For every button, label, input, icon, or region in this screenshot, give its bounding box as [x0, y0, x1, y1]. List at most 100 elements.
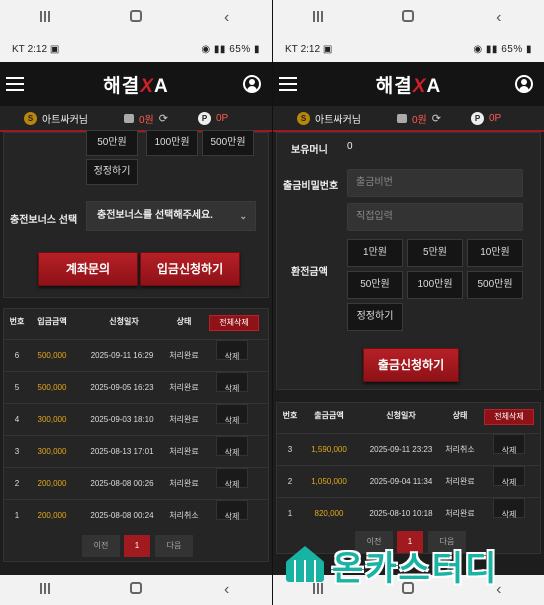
page-1-button[interactable]: 1	[124, 535, 150, 557]
battery-level: 65%	[501, 43, 523, 55]
col-number: 번호	[282, 411, 298, 420]
delete-button[interactable]: 삭제	[493, 466, 525, 487]
delete-button[interactable]: 삭제	[493, 498, 525, 519]
delete-button[interactable]: 삭제	[216, 436, 248, 457]
table-row: 5 500,000 2025-09-05 16:23 처리완료 삭제	[4, 371, 268, 403]
back-icon[interactable]: ‹	[207, 9, 247, 27]
delete-all-button[interactable]: 전체삭제	[209, 315, 259, 331]
col-number: 번호	[9, 317, 25, 326]
signal-icon: ◉ ▮▮	[201, 43, 230, 55]
status-bar: KT 2:12 ▣ ◉ ▮▮ 65% ▮	[0, 36, 272, 62]
android-nav-bar-top: ‹	[273, 0, 544, 36]
balance-item[interactable]: 0원 ⟳	[124, 111, 168, 126]
deposit-submit-button[interactable]: 입금신청하기	[140, 252, 240, 286]
amount-button-500[interactable]: 500만원	[202, 130, 254, 156]
reset-button[interactable]: 정정하기	[86, 159, 138, 185]
table-row: 3 1,590,000 2025-09-11 23:23 처리취소 삭제	[277, 433, 540, 465]
site-logo[interactable]: 해결XA	[40, 71, 232, 98]
battery-level: 65%	[229, 43, 251, 55]
wallet-icon	[397, 113, 407, 123]
reset-button[interactable]: 정정하기	[347, 303, 403, 331]
back-icon[interactable]: ‹	[207, 581, 247, 599]
delete-button[interactable]: 삭제	[216, 372, 248, 393]
gallery-icon: ▣	[49, 43, 60, 55]
table-row: 2 200,000 2025-08-08 00:26 처리완료 삭제	[4, 467, 268, 499]
carrier: KT	[12, 43, 25, 55]
nickname-item[interactable]: S 아트싸커님	[297, 111, 361, 126]
user-icon[interactable]	[232, 75, 272, 93]
deposit-history-panel: 번호 입금금액 신청일자 상태 전체삭제 6 500,000 2025-09-1…	[3, 308, 269, 562]
balance: 0원	[139, 114, 154, 126]
recent-apps-icon[interactable]	[298, 9, 338, 27]
table-row: 6 500,000 2025-09-11 16:29 처리완료 삭제	[4, 339, 268, 371]
next-page-button[interactable]: 다음	[155, 535, 193, 557]
battery-icon: ▮	[250, 43, 260, 55]
user-info-bar: S 아트싸커님 0원 ⟳ P 0P	[273, 106, 544, 132]
amount-button-1[interactable]: 1만원	[347, 239, 403, 267]
balance-item[interactable]: 0원 ⟳	[397, 111, 441, 126]
withdraw-history-table: 번호 출금금액 신청일자 상태 전체삭제 3 1,590,000 2025-09…	[277, 403, 540, 555]
amount-button-500[interactable]: 500만원	[467, 271, 523, 299]
nickname-item[interactable]: S 아트싸커님	[24, 111, 88, 126]
amount-button-100[interactable]: 100만원	[146, 130, 198, 156]
amount-button-5[interactable]: 5만원	[407, 239, 463, 267]
points: 0P	[488, 112, 502, 124]
level-coin-icon: S	[297, 111, 310, 125]
bonus-label: 충전보너스 선택	[10, 215, 78, 226]
withdraw-submit-button[interactable]: 출금신청하기	[363, 348, 459, 382]
android-nav-bar-top: ‹	[0, 0, 272, 36]
point-coin-icon: P	[470, 111, 484, 125]
amount-button-10[interactable]: 10만원	[467, 239, 523, 267]
back-icon[interactable]: ‹	[479, 9, 519, 27]
table-row: 1 200,000 2025-08-08 00:24 처리취소 삭제	[4, 499, 268, 531]
android-nav-bar-bottom: ‹	[0, 575, 272, 605]
user-icon[interactable]	[504, 75, 544, 93]
battery-icon: ▮	[522, 43, 532, 55]
delete-button[interactable]: 삭제	[216, 340, 248, 361]
withdraw-password-input[interactable]: 출금비번	[347, 169, 523, 197]
amount-button-50[interactable]: 50만원	[347, 271, 403, 299]
withdraw-password-label: 출금비밀번호	[283, 181, 339, 192]
amount-button-100[interactable]: 100만원	[407, 271, 463, 299]
delete-button[interactable]: 삭제	[216, 468, 248, 489]
pagination: 이전 1 다음	[4, 535, 268, 557]
bonus-select[interactable]: 충전보너스를 선택해주세요. ⌄	[86, 201, 256, 231]
withdraw-form-panel: 보유머니 0 출금비밀번호 출금비번 직접입력 환전금액 1만원 5만원 10만…	[276, 132, 541, 390]
menu-icon[interactable]	[273, 73, 313, 95]
nickname: 아트싸커님	[42, 114, 88, 126]
left-phone-screen: ‹ KT 2:12 ▣ ◉ ▮▮ 65% ▮ 해결XA S 아트싸커님 0원 ⟳…	[0, 0, 272, 605]
book-cap-logo-icon	[284, 546, 326, 584]
site-logo[interactable]: 해결XA	[313, 71, 504, 98]
delete-button[interactable]: 삭제	[216, 500, 248, 521]
recent-apps-icon[interactable]	[25, 581, 65, 599]
points-item[interactable]: P 0P	[197, 111, 228, 125]
home-icon[interactable]	[116, 581, 156, 599]
home-icon[interactable]	[388, 9, 428, 27]
table-row: 3 300,000 2025-08-13 17:01 처리완료 삭제	[4, 435, 268, 467]
recent-apps-icon[interactable]	[25, 9, 65, 27]
user-info-bar: S 아트싸커님 0원 ⟳ P 0P	[0, 106, 272, 132]
prev-page-button[interactable]: 이전	[82, 535, 120, 557]
wallet-icon	[124, 113, 134, 123]
delete-button[interactable]: 삭제	[216, 404, 248, 425]
deposit-content: 50만원 100만원 500만원 정정하기 충전보너스 선택 충전보너스를 선택…	[0, 130, 272, 575]
point-coin-icon: P	[197, 111, 211, 125]
holding-money-label: 보유머니	[291, 145, 328, 156]
account-inquiry-button[interactable]: 계좌문의	[38, 252, 138, 286]
delete-all-button[interactable]: 전체삭제	[484, 409, 534, 425]
menu-icon[interactable]	[0, 73, 40, 95]
signal-icon: ◉ ▮▮	[473, 43, 502, 55]
withdraw-content: 보유머니 0 출금비밀번호 출금비번 직접입력 환전금액 1만원 5만원 10만…	[273, 132, 544, 575]
amount-button-50[interactable]: 50만원	[86, 130, 138, 156]
points-item[interactable]: P 0P	[470, 111, 502, 125]
col-date: 신청일자	[386, 411, 416, 420]
delete-button[interactable]: 삭제	[493, 434, 525, 455]
col-status: 상태	[452, 411, 468, 420]
direct-amount-input[interactable]: 직접입력	[347, 203, 523, 231]
deposit-form-panel: 50만원 100만원 500만원 정정하기 충전보너스 선택 충전보너스를 선택…	[3, 130, 269, 298]
col-amount: 입금금액	[37, 317, 67, 326]
watermark-text: 온카스터디	[332, 549, 499, 588]
refresh-icon[interactable]: ⟳	[159, 112, 168, 125]
refresh-icon[interactable]: ⟳	[432, 112, 441, 125]
home-icon[interactable]	[116, 9, 156, 27]
